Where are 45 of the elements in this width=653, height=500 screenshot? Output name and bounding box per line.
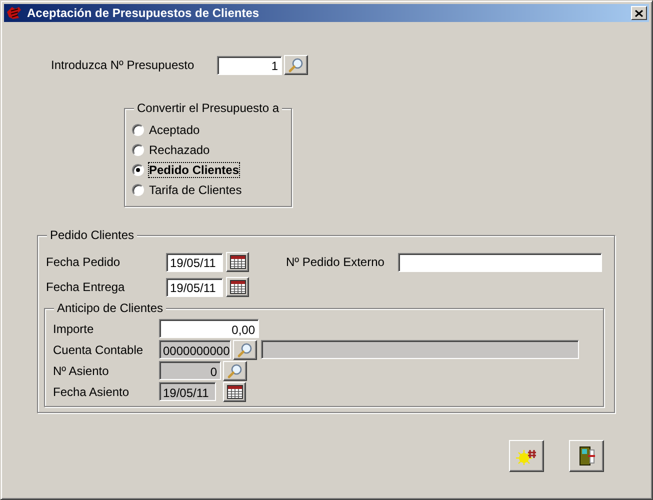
group-title: Anticipo de Clientes <box>54 301 166 315</box>
date-field[interactable]: 19/05/11 <box>166 278 223 296</box>
field-label: Nº Asiento <box>53 364 110 378</box>
radio-button[interactable] <box>132 124 144 136</box>
search-icon <box>227 362 243 378</box>
close-icon <box>635 10 643 16</box>
calendar-icon <box>226 384 242 398</box>
calendar-button[interactable] <box>223 382 246 402</box>
field-label: Fecha Pedido <box>46 255 122 269</box>
account-name-field[interactable] <box>261 340 579 359</box>
radio-button[interactable] <box>132 164 144 176</box>
radio-button[interactable] <box>132 144 144 156</box>
search-icon <box>237 342 253 358</box>
external-order-field[interactable] <box>398 252 602 272</box>
accept-button[interactable] <box>509 440 544 472</box>
field-label: Nº Pedido Externo <box>286 255 386 269</box>
radio-button[interactable] <box>132 184 144 196</box>
field-label: Cuenta Contable <box>53 342 144 356</box>
search-button[interactable] <box>223 360 247 380</box>
close-button[interactable] <box>631 6 647 20</box>
exit-button[interactable] <box>569 440 604 472</box>
radio-label[interactable]: Tarifa de Clientes <box>149 183 242 197</box>
field-label: Importe <box>53 322 95 336</box>
calendar-icon <box>230 255 246 269</box>
radio-label[interactable]: Aceptado <box>149 123 200 137</box>
calendar-button[interactable] <box>226 277 249 297</box>
input-field[interactable]: 0,00 <box>159 319 259 338</box>
window-title: Aceptación de Presupuestos de Clientes <box>27 6 260 20</box>
radio-label[interactable]: Pedido Clientes <box>149 163 240 177</box>
date-field[interactable]: 19/05/11 <box>166 252 223 272</box>
sparkle-icon <box>516 447 538 465</box>
budget-number-field[interactable]: 1 <box>217 56 282 74</box>
group-title: Pedido Clientes <box>47 228 138 242</box>
budget-number-label: Introduzca Nº Presupuesto <box>51 58 196 72</box>
field-label: Fecha Asiento <box>53 384 130 398</box>
search-icon <box>288 57 304 73</box>
field-label: Fecha Entrega <box>46 280 126 294</box>
app-icon <box>6 6 22 20</box>
search-button[interactable] <box>284 55 308 75</box>
group-title: Convertir el Presupuesto a <box>134 101 282 115</box>
calendar-icon <box>230 280 246 294</box>
search-button[interactable] <box>233 340 257 360</box>
radio-label[interactable]: Rechazado <box>149 143 210 157</box>
door-icon <box>578 446 596 466</box>
calendar-button[interactable] <box>226 252 249 272</box>
